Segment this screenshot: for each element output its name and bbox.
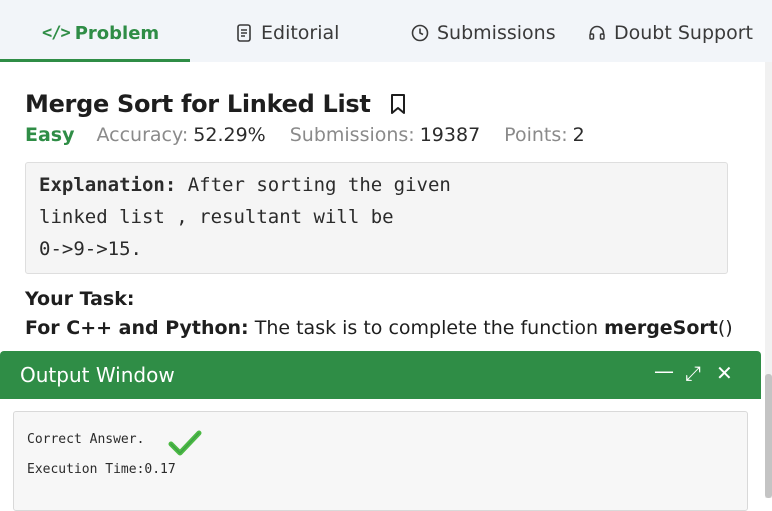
output-header: Output Window — ⤢ ✕ <box>0 351 761 399</box>
function-name: mergeSort <box>604 317 718 339</box>
accuracy-label: Accuracy: <box>96 124 189 146</box>
scrollbar[interactable] <box>765 62 772 498</box>
expand-icon[interactable]: ⤢ <box>685 361 701 385</box>
task-description: For C++ and Python: The task is to compl… <box>25 317 733 339</box>
submissions-value: 19387 <box>419 124 481 146</box>
tab-bar: </> Problem Editorial Submissions Doubt … <box>0 0 772 62</box>
execution-time: Execution Time:0.17 <box>27 462 176 477</box>
explanation-text-1: After sorting the given <box>187 174 451 196</box>
problem-meta: Easy Accuracy: 52.29% Submissions: 19387… <box>25 124 609 146</box>
result-text: Correct Answer. <box>27 432 145 447</box>
tab-editorial-label: Editorial <box>261 22 340 44</box>
tab-problem[interactable]: </> Problem <box>42 18 159 48</box>
title-row: Merge Sort for Linked List <box>25 90 407 118</box>
explanation-line-3: 0->9->15. <box>39 238 142 260</box>
output-window: Output Window — ⤢ ✕ Correct Answer. Exec… <box>0 351 761 511</box>
document-icon <box>234 23 254 43</box>
headset-icon <box>587 23 607 43</box>
submissions-label: Submissions: <box>289 124 415 146</box>
minimize-icon[interactable]: — <box>654 359 674 383</box>
tab-doubt-label: Doubt Support <box>614 22 753 44</box>
explanation-box: Explanation: After sorting the given lin… <box>25 162 728 274</box>
output-console: Correct Answer. Execution Time:0.17 <box>13 411 748 511</box>
close-icon[interactable]: ✕ <box>716 361 733 385</box>
tab-submissions[interactable]: Submissions <box>410 18 556 48</box>
task-heading: Your Task: <box>25 288 135 310</box>
tab-doubt-support[interactable]: Doubt Support <box>587 18 753 48</box>
tab-editorial[interactable]: Editorial <box>234 18 339 48</box>
tab-submissions-label: Submissions <box>437 22 556 44</box>
task-text: The task is to complete the function <box>254 317 599 339</box>
explanation-line-1: Explanation: After sorting the given <box>39 169 714 201</box>
tab-problem-label: Problem <box>74 22 160 44</box>
code-icon: </> <box>42 23 71 43</box>
function-parens: () <box>717 317 733 339</box>
clock-icon <box>410 23 430 43</box>
difficulty-badge: Easy <box>25 124 75 146</box>
scrollbar-thumb[interactable] <box>765 374 772 498</box>
checkmark-icon <box>168 430 202 456</box>
explanation-label: Explanation: <box>39 174 177 196</box>
accuracy-value: 52.29% <box>193 124 266 146</box>
output-title: Output Window <box>20 363 175 387</box>
bookmark-icon[interactable] <box>389 93 407 115</box>
explanation-line-2: linked list , resultant will be <box>39 206 394 228</box>
task-lang-label: For C++ and Python: <box>25 317 249 339</box>
points-value: 2 <box>572 124 585 146</box>
page-title: Merge Sort for Linked List <box>25 90 371 118</box>
points-label: Points: <box>504 124 568 146</box>
problem-content: Merge Sort for Linked List Easy Accuracy… <box>0 62 772 352</box>
